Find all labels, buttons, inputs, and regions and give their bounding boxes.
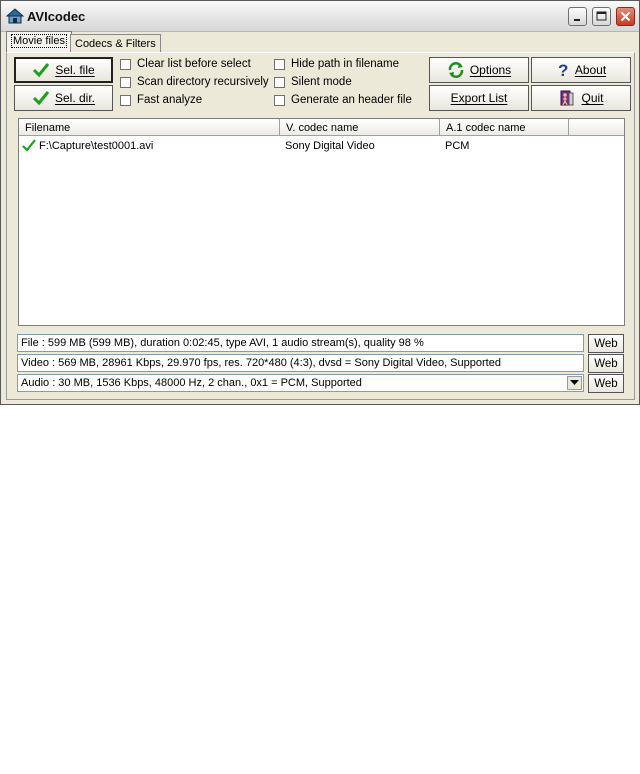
svg-text:?: ? [558,61,568,79]
about-button[interactable]: ? About [531,57,631,83]
checkbox-box[interactable] [274,94,285,106]
checkbox-label: Clear list before select [137,58,251,70]
close-button[interactable] [616,7,635,26]
options-button[interactable]: Options [429,57,529,83]
checkbox-label: Fast analyze [137,94,203,106]
select-file-label: Sel. file [55,63,95,77]
tab-label: Movie files [11,34,67,48]
checkbox-label: Scan directory recursively [137,76,269,88]
select-dir-label: Sel. dir. [54,91,96,105]
checkbox-box[interactable] [120,58,131,70]
checkbox-box[interactable] [120,94,131,106]
app-icon [6,8,24,24]
chevron-down-icon [570,380,579,385]
checkbox-box[interactable] [274,76,285,88]
minimize-icon [574,19,580,21]
checkmark-icon [32,91,50,106]
tab-codecs-filters[interactable]: Codecs & Filters [70,34,161,52]
checkbox-hide-path[interactable]: Hide path in filename [274,58,399,70]
file-info-field: File : 599 MB (599 MB), duration 0:02:45… [17,334,584,352]
table-row[interactable]: F:\Capture\test0001.avi Sony Digital Vid… [19,139,624,155]
export-list-button[interactable]: Export List [429,85,529,111]
checkbox-label: Generate an header file [291,94,412,106]
checkbox-generate-header[interactable]: Generate an header file [274,94,412,106]
column-header-empty [569,119,624,136]
ok-check-icon [22,139,36,152]
question-icon: ? [558,61,568,79]
refresh-icon [448,62,464,78]
minimize-button[interactable] [568,7,587,26]
checkmark-icon [33,63,50,78]
maximize-icon [596,11,607,21]
checkbox-box[interactable] [274,58,285,70]
checkbox-silent-mode[interactable]: Silent mode [274,76,352,88]
dropdown-arrow[interactable] [567,376,582,390]
checkbox-scan-recursive[interactable]: Scan directory recursively [120,76,269,88]
export-list-label: Export List [450,91,508,105]
audio-web-button[interactable]: Web [588,374,624,393]
audio-info-dropdown[interactable]: Audio : 30 MB, 1536 Kbps, 48000 Hz, 2 ch… [17,374,584,392]
select-dir-button[interactable]: Sel. dir. [14,85,113,111]
cell-video-codec: Sony Digital Video [285,140,375,152]
tab-label: Codecs & Filters [75,38,156,50]
quit-button[interactable]: Quit [531,85,631,111]
cell-filename: F:\Capture\test0001.avi [39,140,154,152]
select-file-button[interactable]: Sel. file [14,57,113,83]
file-list[interactable]: Filename V. codec name A.1 codec name F:… [18,118,625,326]
cell-audio-codec: PCM [445,140,470,152]
video-web-button[interactable]: Web [588,354,624,373]
video-info-field: Video : 569 MB, 28961 Kbps, 29.970 fps, … [17,354,584,372]
checkbox-fast-analyze[interactable]: Fast analyze [120,94,202,106]
column-header-video-codec[interactable]: V. codec name [280,119,440,136]
quit-label: Quit [581,91,604,105]
exit-door-icon [560,90,574,106]
checkbox-label: Hide path in filename [291,58,400,70]
audio-info-text: Audio : 30 MB, 1536 Kbps, 48000 Hz, 2 ch… [21,377,362,389]
maximize-button[interactable] [592,7,611,26]
about-label: About [574,63,607,77]
column-header-audio-codec[interactable]: A.1 codec name [440,119,569,136]
window-title: AVIcodec [27,9,86,24]
checkbox-box[interactable] [120,76,131,88]
checkbox-label: Silent mode [291,76,352,88]
close-icon [620,11,631,22]
checkbox-clear-list[interactable]: Clear list before select [120,58,251,70]
options-label: Options [469,63,512,77]
column-header-filename[interactable]: Filename [19,119,280,136]
app-window: AVIcodec Movie files Codecs & Filters Se… [0,0,640,405]
tab-movie-files[interactable]: Movie files [6,31,72,53]
file-web-button[interactable]: Web [588,334,624,353]
title-bar[interactable]: AVIcodec [1,1,639,32]
